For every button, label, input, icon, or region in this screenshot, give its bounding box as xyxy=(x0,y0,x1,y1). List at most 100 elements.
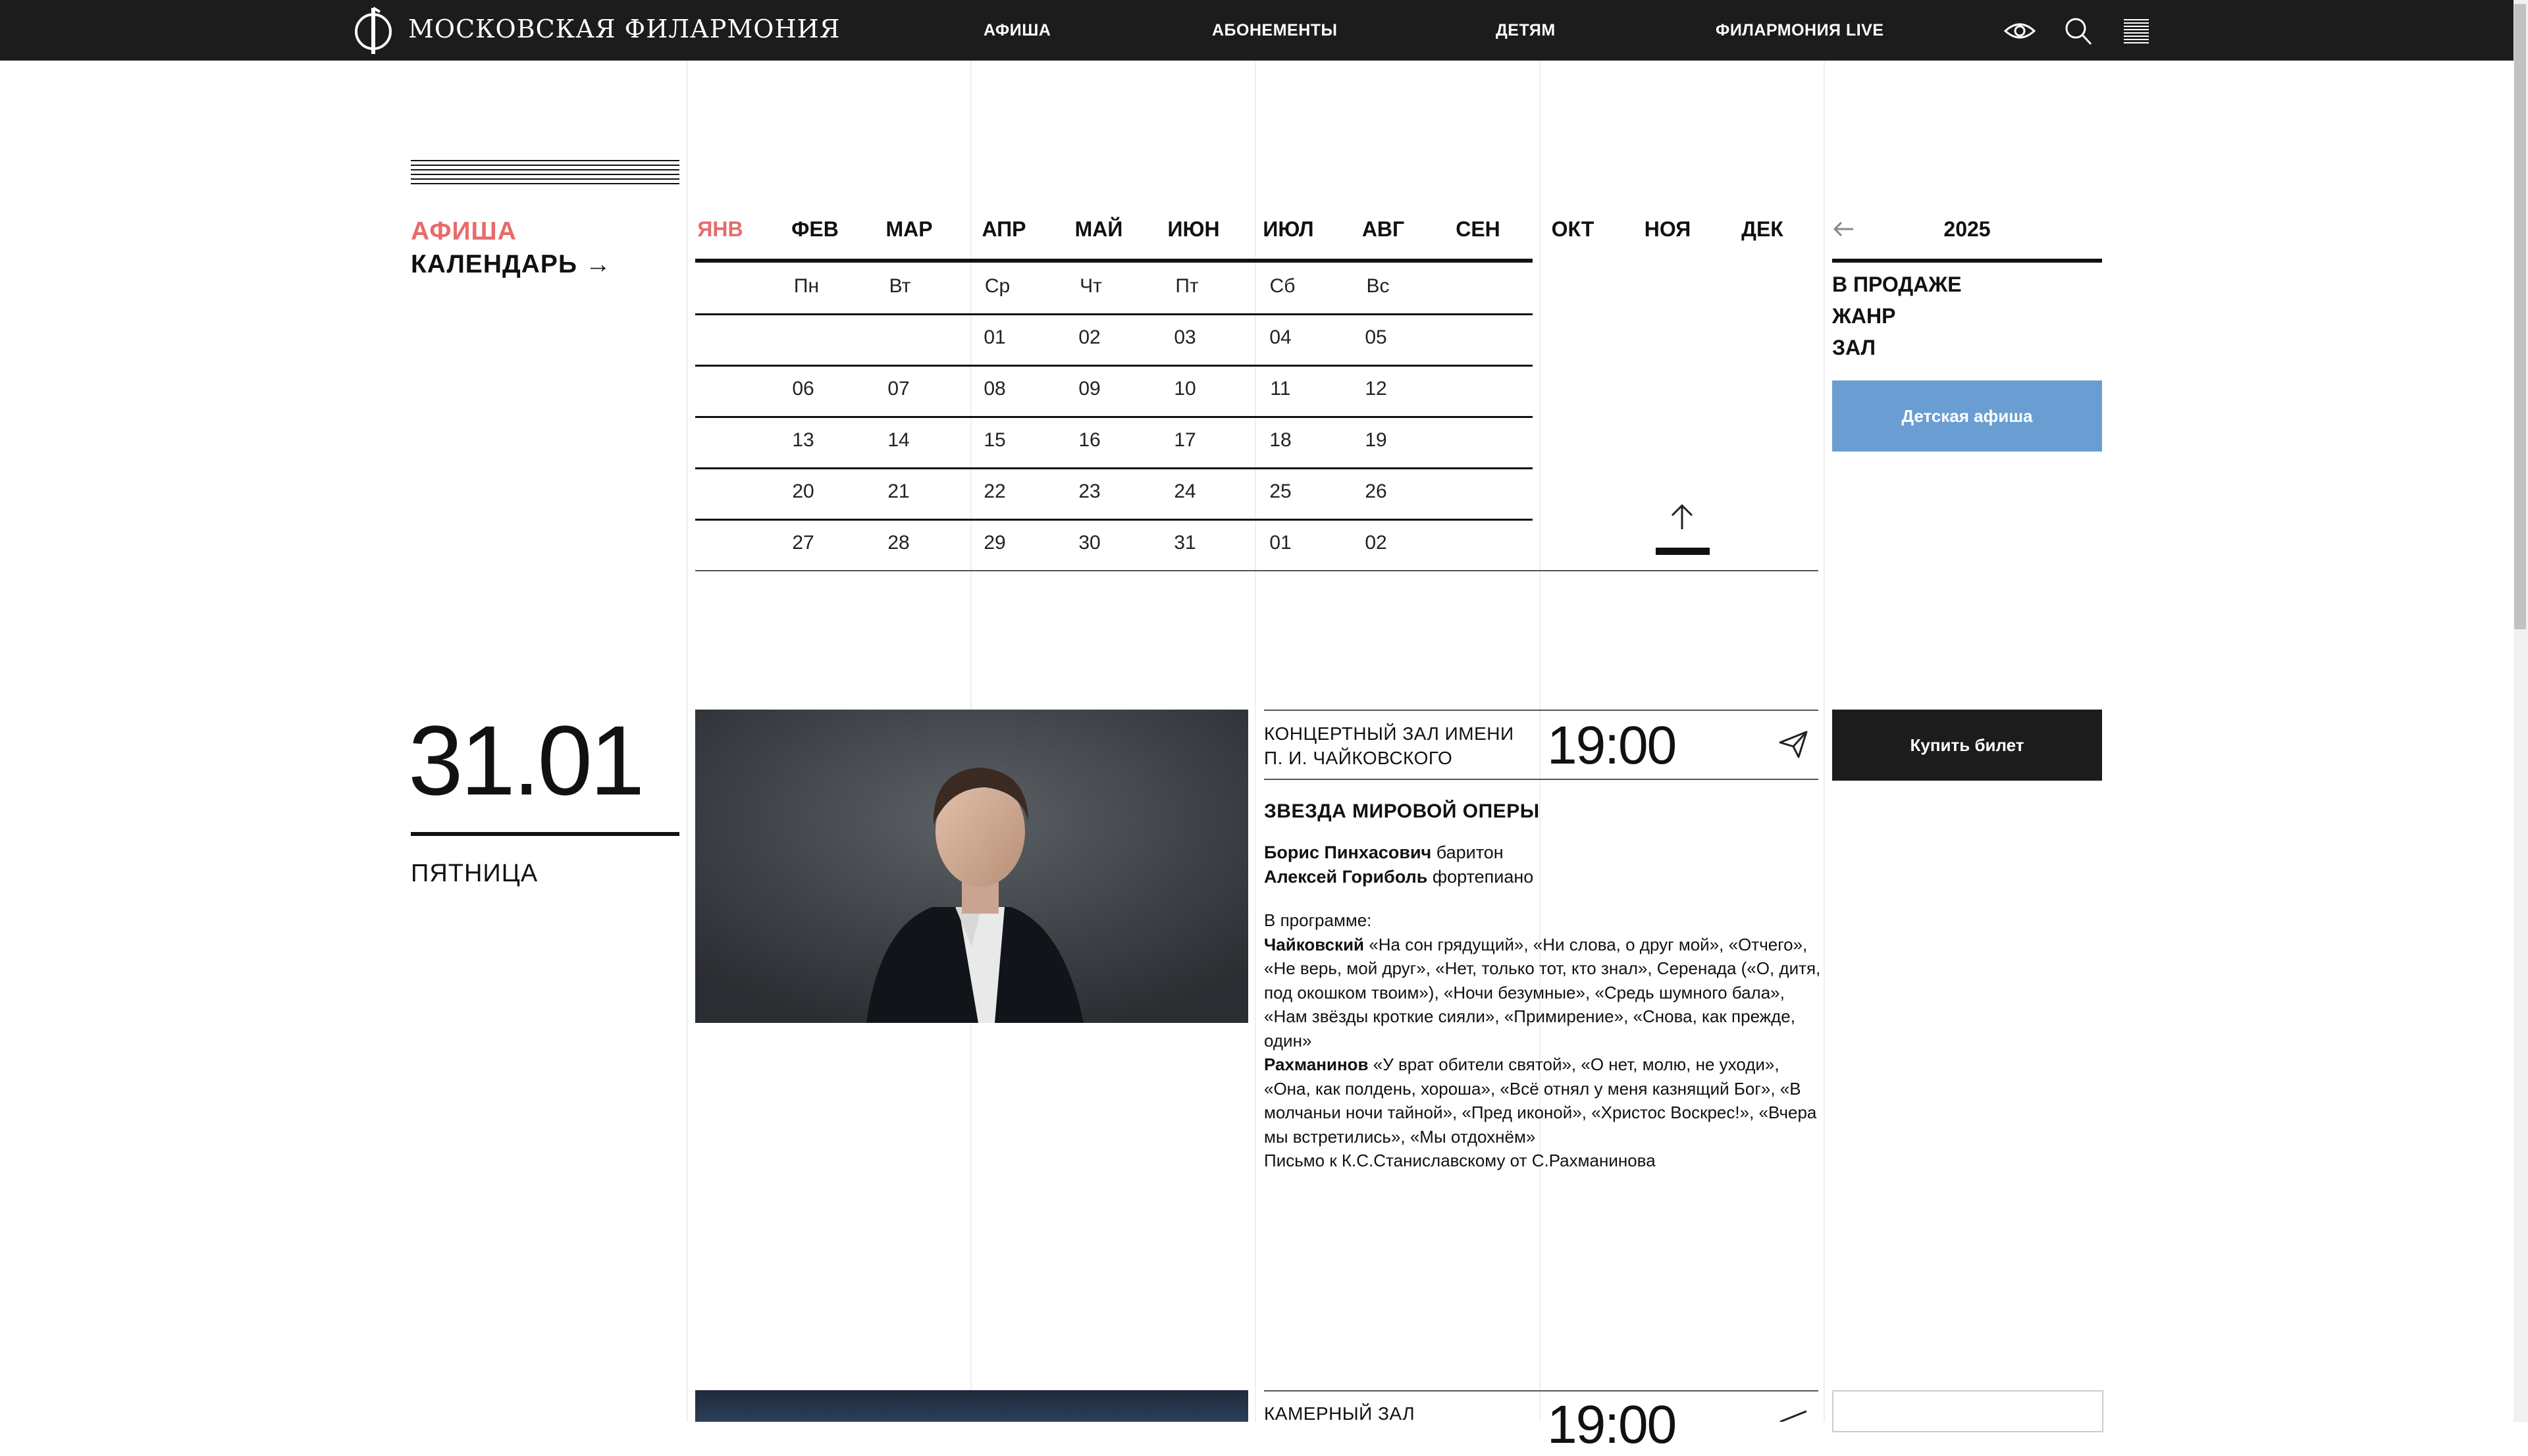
year-underline xyxy=(1832,259,2102,263)
next-event-buy-button[interactable] xyxy=(1832,1390,2103,1432)
filter-genre[interactable]: ЖАНР xyxy=(1832,304,1895,328)
calendar-day[interactable]: 13 xyxy=(770,429,836,452)
calendar-day[interactable]: 03 xyxy=(1152,326,1218,349)
event-time: 19:00 xyxy=(1547,715,1677,775)
calendar-day[interactable]: 06 xyxy=(770,378,836,400)
grid-guide xyxy=(1255,61,1256,1422)
event-weekday: ПЯТНИЦА xyxy=(411,860,539,887)
calendar-day[interactable]: 20 xyxy=(770,481,836,503)
month-tab-aug[interactable]: АВГ xyxy=(1336,217,1431,242)
page-scrollbar-thumb[interactable] xyxy=(2514,4,2526,629)
calendar-day[interactable]: 16 xyxy=(1057,429,1122,452)
weekday-header: Вт xyxy=(889,275,911,297)
calendar-day[interactable]: 01 xyxy=(1248,532,1313,554)
nav-subscriptions[interactable]: АБОНЕМЕНТЫ xyxy=(1212,21,1338,40)
calendar-day[interactable]: 04 xyxy=(1248,326,1313,349)
calendar-day[interactable]: 18 xyxy=(1248,429,1313,452)
calendar-row-divider xyxy=(695,313,1533,315)
grid-guide xyxy=(1539,61,1540,1422)
year-label: 2025 xyxy=(1943,217,1991,241)
event-date-underline xyxy=(411,832,679,836)
month-tab-dec[interactable]: ДЕК xyxy=(1715,217,1810,242)
program-composer-1: Чайковский «На сон грядущий», «Ни слова,… xyxy=(1264,933,1824,1053)
filter-on-sale[interactable]: В ПРОДАЖЕ xyxy=(1832,273,1962,297)
calendar-day[interactable]: 14 xyxy=(866,429,932,452)
buy-ticket-button[interactable]: Купить билет xyxy=(1832,710,2102,781)
calendar-day[interactable]: 12 xyxy=(1343,378,1409,400)
calendar-day[interactable]: 07 xyxy=(866,378,932,400)
calendar-day[interactable]: 08 xyxy=(962,378,1028,400)
filter-hall[interactable]: ЗАЛ xyxy=(1832,336,1876,360)
calendar-day[interactable]: 27 xyxy=(770,532,836,554)
performer-name: Борис Пинхасович xyxy=(1264,843,1432,862)
calendar-row-divider xyxy=(695,519,1533,521)
performer-photo[interactable] xyxy=(695,710,1248,1023)
calendar-day[interactable]: 31 xyxy=(1152,532,1218,554)
menu-icon[interactable] xyxy=(2120,16,2153,46)
calendar-day[interactable]: 23 xyxy=(1057,481,1122,503)
arrow-left-icon[interactable] xyxy=(1832,217,1856,241)
calendar-day[interactable]: 26 xyxy=(1343,481,1409,503)
philharmonia-logo-icon[interactable] xyxy=(352,5,394,55)
program-letter: Письмо к К.С.Станиславскому от С.Рахмани… xyxy=(1264,1151,1656,1170)
calendar-day[interactable]: 15 xyxy=(962,429,1028,452)
grid-guide xyxy=(1824,61,1825,1422)
calendar-day[interactable]: 02 xyxy=(1057,326,1122,349)
next-event-photo[interactable] xyxy=(695,1390,1248,1422)
weekday-header: Вс xyxy=(1366,275,1390,297)
month-tab-jun[interactable]: ИЮН xyxy=(1146,217,1241,242)
performer-line: Алексей Гориболь фортепиано xyxy=(1264,867,1533,887)
grid-guide xyxy=(687,61,688,1422)
weekday-header: Сб xyxy=(1269,275,1296,297)
composer-name: Чайковский xyxy=(1264,934,1365,954)
share-icon[interactable] xyxy=(1778,728,1809,760)
share-icon[interactable] xyxy=(1778,1409,1809,1422)
calendar-day[interactable]: 21 xyxy=(866,481,932,503)
site-header: МОСКОВСКАЯ ФИЛАРМОНИЯ АФИША АБОНЕМЕНТЫ Д… xyxy=(0,0,2514,61)
calendar-day[interactable]: 24 xyxy=(1152,481,1218,503)
month-tab-sep[interactable]: СЕН xyxy=(1431,217,1525,242)
event-venue[interactable]: КОНЦЕРТНЫЙ ЗАЛ ИМЕНИ П. И. ЧАЙКОВСКОГО xyxy=(1264,721,1527,770)
calendar-day[interactable]: 30 xyxy=(1057,532,1122,554)
kids-afisha-button[interactable]: Детская афиша xyxy=(1832,380,2102,452)
calendar-day[interactable]: 19 xyxy=(1343,429,1409,452)
month-tab-jan[interactable]: ЯНВ xyxy=(673,217,768,242)
program-composer-2: Рахманинов «У врат обители святой», «О н… xyxy=(1264,1053,1824,1149)
month-tab-nov[interactable]: НОЯ xyxy=(1620,217,1715,242)
calendar-day[interactable]: 05 xyxy=(1343,326,1409,349)
calendar-day[interactable]: 25 xyxy=(1248,481,1313,503)
nav-afisha[interactable]: АФИША xyxy=(984,21,1051,40)
composer-name: Рахманинов xyxy=(1264,1054,1369,1074)
calendar-day[interactable]: 28 xyxy=(866,532,932,554)
search-icon[interactable] xyxy=(2062,16,2095,46)
next-event-top-rule xyxy=(1264,1390,1818,1391)
calendar-day[interactable]: 10 xyxy=(1152,378,1218,400)
logo-text[interactable]: МОСКОВСКАЯ ФИЛАРМОНИЯ xyxy=(408,14,840,43)
eye-icon[interactable] xyxy=(2003,16,2036,46)
calendar-day[interactable]: 17 xyxy=(1152,429,1218,452)
calendar-day[interactable]: 09 xyxy=(1057,378,1122,400)
month-tab-apr[interactable]: АПР xyxy=(957,217,1051,242)
month-tab-may[interactable]: МАЙ xyxy=(1051,217,1146,242)
event-title[interactable]: ЗВЕЗДА МИРОВОЙ ОПЕРЫ xyxy=(1264,800,1540,823)
month-tab-feb[interactable]: ФЕВ xyxy=(768,217,862,242)
next-event-venue[interactable]: КАМЕРНЫЙ ЗАЛ xyxy=(1264,1403,1415,1424)
arrow-up-icon[interactable] xyxy=(1666,502,1698,532)
calendar-row-divider xyxy=(695,365,1533,367)
calendar-link[interactable]: КАЛЕНДАРЬ → xyxy=(411,250,612,279)
calendar-bottom-rule xyxy=(695,570,1818,571)
performer-name: Алексей Гориболь xyxy=(1264,867,1428,887)
nav-children[interactable]: ДЕТЯМ xyxy=(1496,21,1556,40)
calendar-day[interactable]: 02 xyxy=(1343,532,1409,554)
calendar-day[interactable]: 22 xyxy=(962,481,1028,503)
month-tab-mar[interactable]: МАР xyxy=(862,217,957,242)
collapse-calendar-bar[interactable] xyxy=(1656,548,1710,555)
calendar-day[interactable]: 29 xyxy=(962,532,1028,554)
calendar-day[interactable]: 11 xyxy=(1248,378,1313,400)
nav-philharmonia-live[interactable]: ФИЛАРМОНИЯ LIVE xyxy=(1716,21,1884,40)
month-tab-oct[interactable]: ОКТ xyxy=(1525,217,1620,242)
decorative-staff-lines xyxy=(411,160,679,184)
calendar-day[interactable]: 01 xyxy=(962,326,1028,349)
performer-role: баритон xyxy=(1436,843,1504,862)
month-tab-jul[interactable]: ИЮЛ xyxy=(1241,217,1336,242)
